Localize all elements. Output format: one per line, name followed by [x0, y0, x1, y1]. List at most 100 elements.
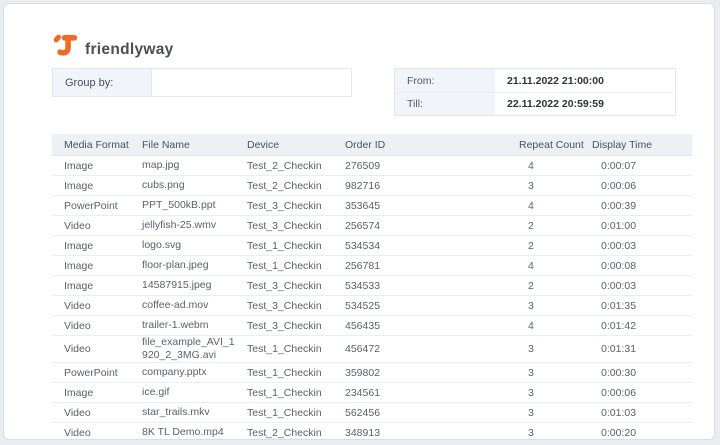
cell-repeat-count: 4: [519, 255, 592, 276]
table-header: Media Format File Name Device Order ID R…: [52, 134, 692, 156]
cell-repeat-count: 2: [519, 215, 592, 236]
cell-repeat-count: 4: [519, 195, 592, 216]
cell-device: Test_3_Checkin: [247, 195, 345, 216]
cell-file-name: 14587915.jpeg: [142, 275, 247, 296]
friendlyway-logo-icon: [52, 33, 78, 59]
cell-file-name: floor-plan.jpeg: [142, 255, 247, 276]
cell-display-time: 0:00:06: [592, 175, 692, 196]
cell-order-id: 348913: [345, 422, 519, 439]
cell-media-format: Video: [52, 335, 142, 364]
cell-display-time: 0:01:31: [592, 335, 692, 364]
cell-display-time: 0:01:42: [592, 315, 692, 336]
cell-device: Test_1_Checkin: [247, 402, 345, 424]
cell-file-name: file_example_AVI_1920_2_3MG.avi: [142, 335, 247, 364]
from-row: From: 21.11.2022 21:00:00: [395, 69, 675, 92]
group-by-input[interactable]: [151, 69, 351, 96]
table-row: Image 14587915.jpeg Test_3_Checkin 534533 2 0…: [52, 275, 692, 296]
cell-display-time: 0:01:03: [592, 402, 692, 424]
date-range-panel: From: 21.11.2022 21:00:00 Till: 22.11.20…: [394, 68, 676, 116]
from-label: From:: [407, 74, 435, 87]
table-row: Image logo.svg Test_1_Checkin 534534 2 0:00:0…: [52, 235, 692, 256]
cell-device: Test_1_Checkin: [247, 255, 345, 276]
table-row: Video trailer-1.webm Test_3_Checkin 456435 4…: [52, 315, 692, 336]
cell-repeat-count: 3: [519, 175, 592, 196]
cell-file-name: 8K TL Demo.mp4: [142, 422, 247, 439]
table-row: Video star_trails.mkv Test_1_Checkin 562456…: [52, 402, 692, 424]
cell-repeat-count: 2: [519, 235, 592, 256]
report-panel: friendlyway Group by: From: 21.11.2022 2…: [3, 3, 715, 440]
cell-device: Test_1_Checkin: [247, 382, 345, 404]
cell-display-time: 0:00:30: [592, 362, 692, 384]
cell-media-format: Video: [52, 422, 142, 439]
cell-order-id: 276509: [345, 155, 519, 176]
cell-device: Test_2_Checkin: [247, 422, 345, 439]
cell-media-format: PowerPoint: [52, 362, 142, 384]
cell-device: Test_3_Checkin: [247, 275, 345, 296]
cell-device: Test_1_Checkin: [247, 235, 345, 256]
cell-order-id: 534525: [345, 295, 519, 316]
cell-media-format: Image: [52, 175, 142, 196]
cell-file-name: trailer-1.webm: [142, 315, 247, 336]
group-by-label: Group by:: [65, 76, 114, 89]
table-row: Image cubs.png Test_2_Checkin 982716 3 0:00:0…: [52, 175, 692, 196]
cell-display-time: 0:00:08: [592, 255, 692, 276]
column-header-media-format: Media Format: [52, 134, 142, 156]
cell-repeat-count: 4: [519, 315, 592, 336]
cell-device: Test_2_Checkin: [247, 155, 345, 176]
cell-repeat-count: 3: [519, 422, 592, 439]
cell-repeat-count: 3: [519, 362, 592, 384]
table-row: PowerPoint company.pptx Test_1_Checkin 3598…: [52, 362, 692, 384]
cell-repeat-count: 3: [519, 382, 592, 404]
cell-device: Test_3_Checkin: [247, 215, 345, 236]
column-header-device: Device: [247, 134, 345, 156]
cell-file-name: ice.gif: [142, 382, 247, 404]
cell-order-id: 359802: [345, 362, 519, 384]
cell-display-time: 0:00:07: [592, 155, 692, 176]
cell-order-id: 982716: [345, 175, 519, 196]
cell-device: Test_2_Checkin: [247, 175, 345, 196]
cell-order-id: 534534: [345, 235, 519, 256]
till-date-field[interactable]: 22.11.2022 20:59:59: [495, 92, 675, 115]
table-row: Video coffee-ad.mov Test_3_Checkin 534525 3 0…: [52, 295, 692, 316]
cell-media-format: Video: [52, 402, 142, 424]
table-row: Video file_example_AVI_1920_2_3MG.avi Test…: [52, 335, 692, 364]
cell-media-format: Video: [52, 315, 142, 336]
column-header-order-id: Order ID: [345, 134, 519, 156]
cell-file-name: coffee-ad.mov: [142, 295, 247, 316]
from-date-field[interactable]: 21.11.2022 21:00:00: [495, 69, 675, 92]
cell-file-name: jellyfish-25.wmv: [142, 215, 247, 236]
cell-media-format: Image: [52, 155, 142, 176]
table-row: Video jellyfish-25.wmv Test_3_Checkin 25657…: [52, 215, 692, 236]
cell-order-id: 456435: [345, 315, 519, 336]
cell-order-id: 234561: [345, 382, 519, 404]
till-row: Till: 22.11.2022 20:59:59: [395, 92, 675, 115]
cell-repeat-count: 2: [519, 275, 592, 296]
cell-file-name: PPT_500kB.ppt: [142, 195, 247, 216]
column-header-repeat-count: Repeat Count: [519, 134, 592, 156]
cell-repeat-count: 3: [519, 295, 592, 316]
cell-device: Test_1_Checkin: [247, 362, 345, 384]
brand-name: friendlyway: [85, 40, 174, 58]
cell-order-id: 534533: [345, 275, 519, 296]
table-row: Image floor-plan.jpeg Test_1_Checkin 256781…: [52, 255, 692, 276]
cell-media-format: Image: [52, 382, 142, 404]
cell-file-name: company.pptx: [142, 362, 247, 384]
group-by-control: Group by:: [52, 68, 352, 97]
cell-display-time: 0:01:35: [592, 295, 692, 316]
cell-media-format: Image: [52, 275, 142, 296]
cell-repeat-count: 3: [519, 335, 592, 364]
cell-display-time: 0:00:03: [592, 275, 692, 296]
cell-file-name: star_trails.mkv: [142, 402, 247, 424]
table-row: Video 8K TL Demo.mp4 Test_2_Checkin 348913 3…: [52, 422, 692, 439]
cell-device: Test_1_Checkin: [247, 335, 345, 364]
brand-logo: friendlyway: [52, 33, 174, 59]
table-body: Image map.jpg Test_2_Checkin 276509 4 0:00:07…: [52, 155, 692, 439]
cell-device: Test_3_Checkin: [247, 295, 345, 316]
cell-display-time: 0:00:03: [592, 235, 692, 256]
cell-media-format: Video: [52, 295, 142, 316]
cell-order-id: 456472: [345, 335, 519, 364]
cell-display-time: 0:00:20: [592, 422, 692, 439]
table-row: Image map.jpg Test_2_Checkin 276509 4 0:00:07: [52, 155, 692, 176]
cell-order-id: 562456: [345, 402, 519, 424]
cell-media-format: Image: [52, 255, 142, 276]
